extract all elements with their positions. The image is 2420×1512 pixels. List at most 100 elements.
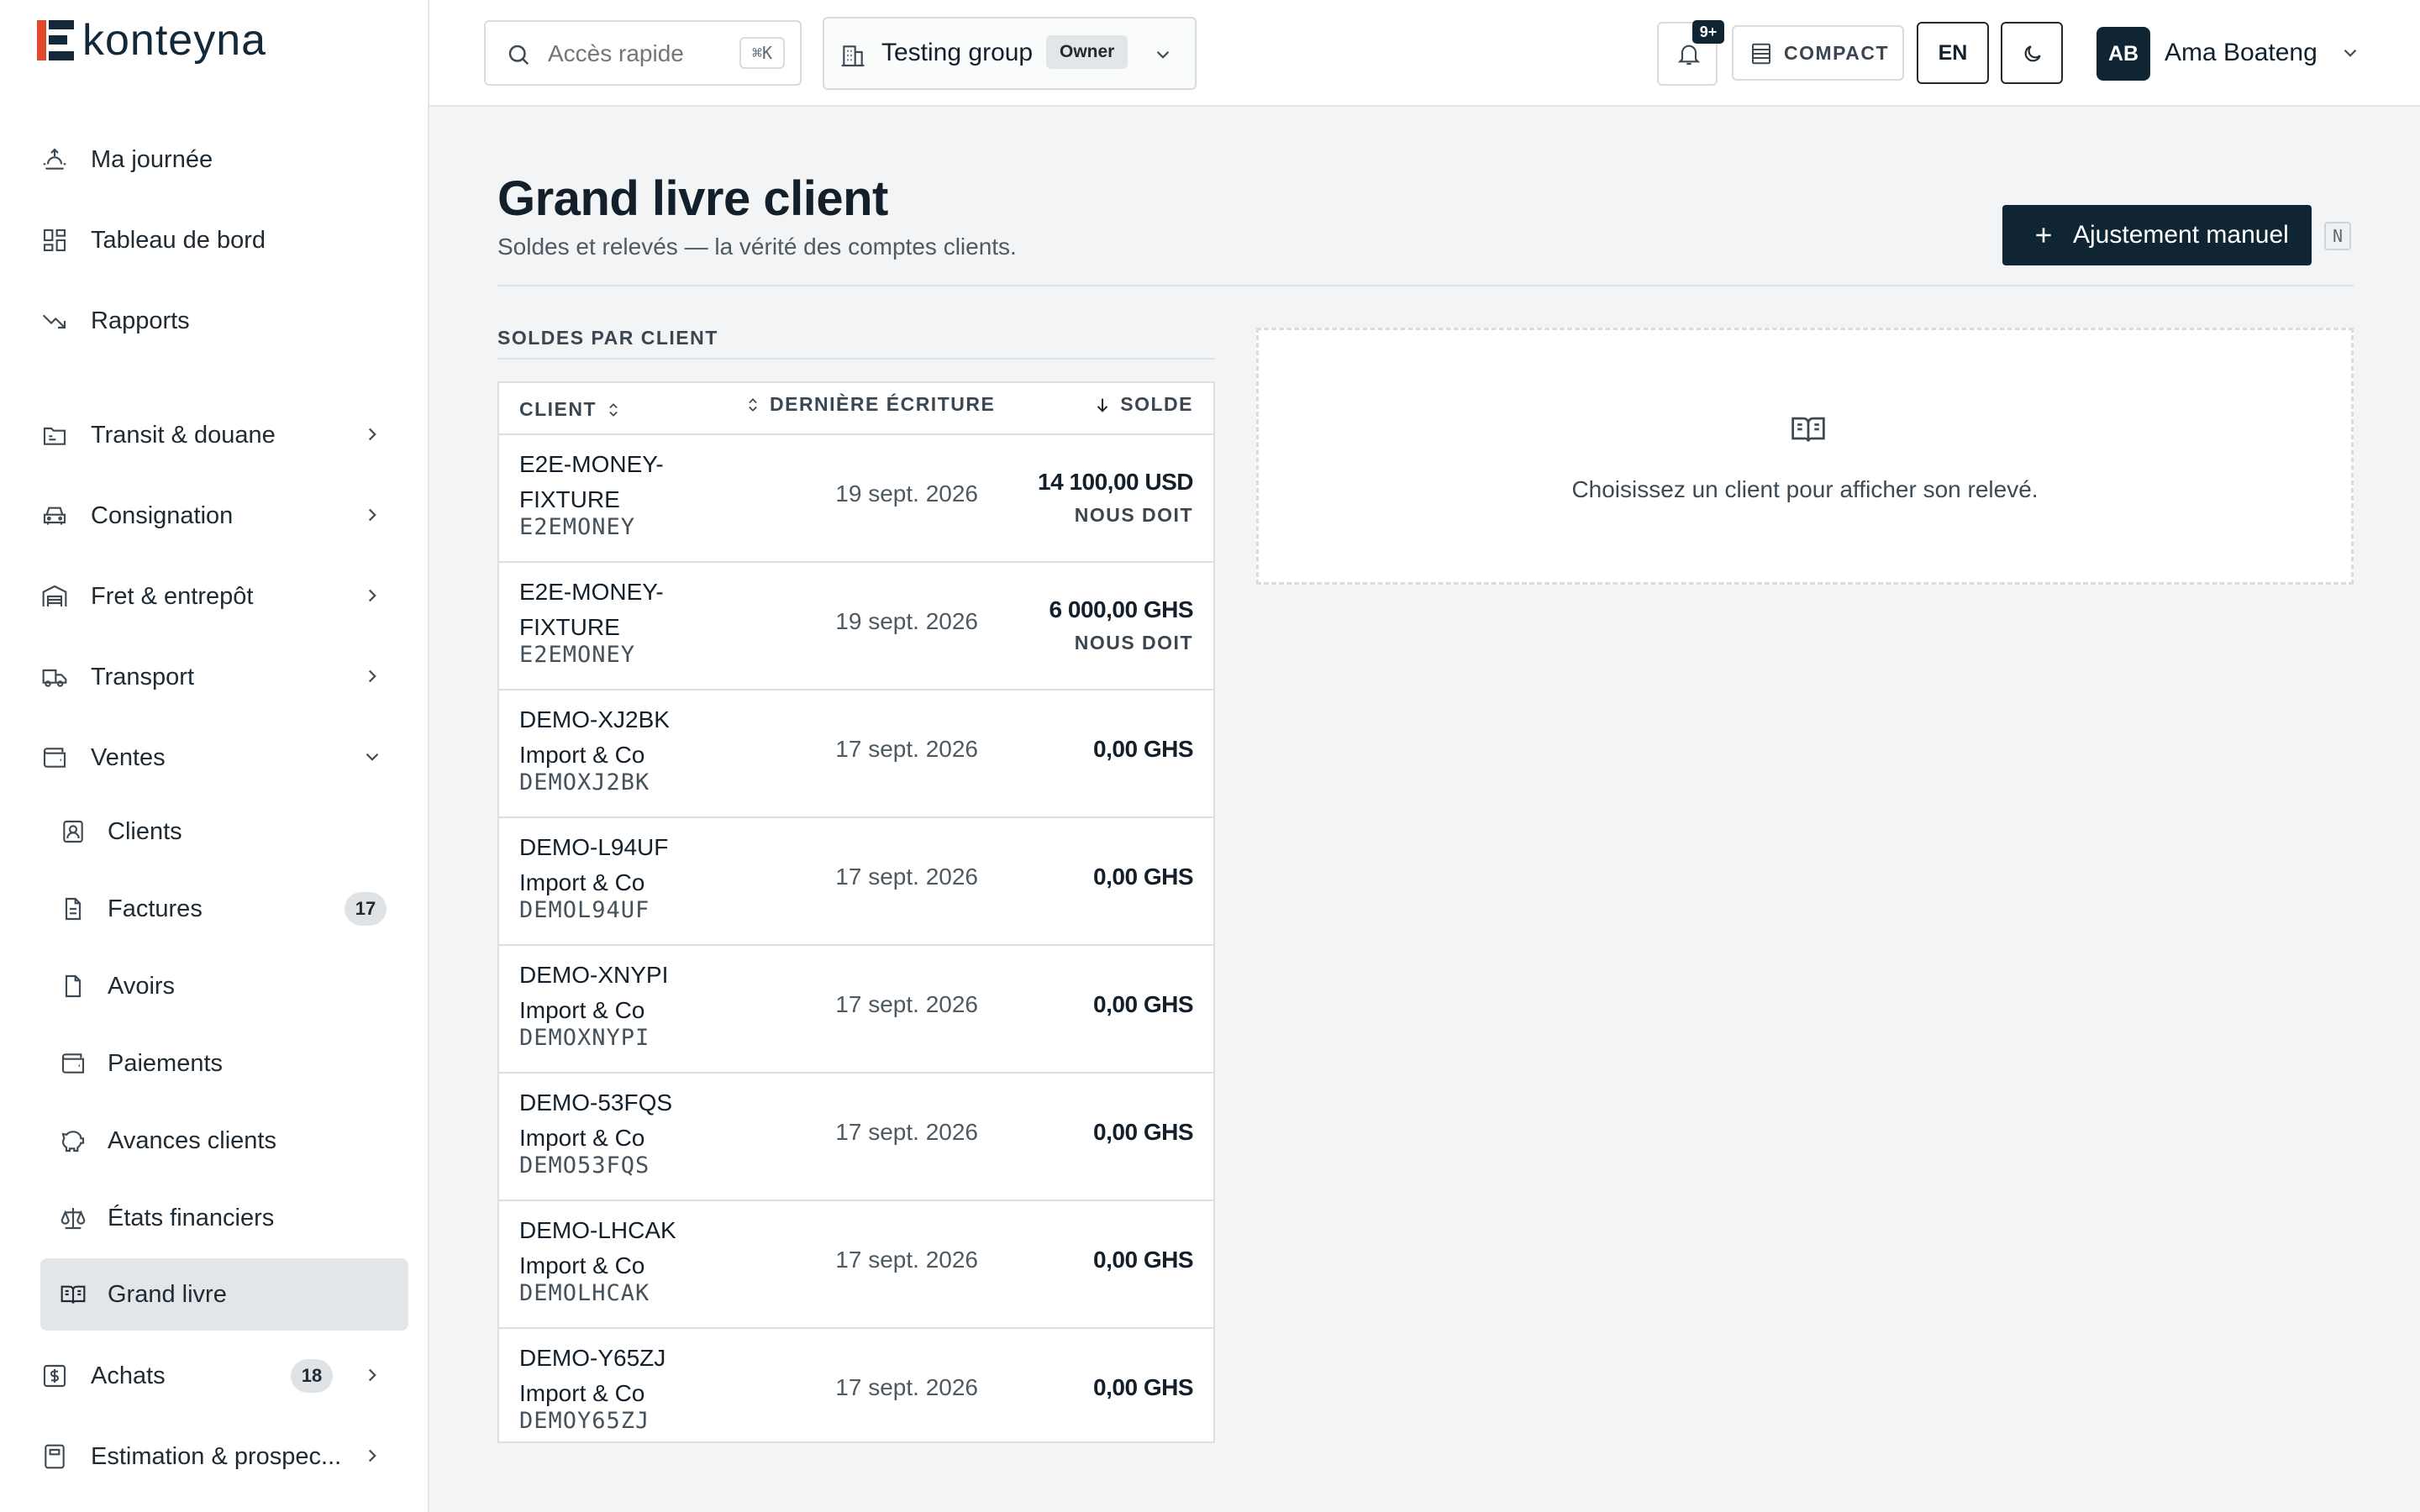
- statement-panel: Choisissez un client pour afficher son r…: [1256, 328, 2354, 585]
- arrow-down-icon: [1097, 398, 1108, 412]
- client-code: DEMOXJ2BK: [519, 769, 650, 795]
- manual-adjustment-button[interactable]: Ajustement manuel: [2002, 205, 2312, 265]
- sidebar-item-clients[interactable]: Clients: [40, 795, 408, 868]
- sidebar-item-label: États financiers: [108, 1204, 275, 1231]
- rows-icon: [1752, 43, 1770, 65]
- wallet-icon: [40, 743, 69, 772]
- sidebar-item-label: Avoirs: [108, 972, 176, 1000]
- achats-count-badge: 18: [291, 1359, 333, 1393]
- client-name: DEMO-LHCAK Import & Co: [519, 1217, 676, 1278]
- client-code: DEMOLHCAK: [519, 1280, 650, 1306]
- empty-state-message: Choisissez un client pour afficher son r…: [1571, 476, 2039, 502]
- notifications-button[interactable]: 9+: [1657, 20, 1724, 86]
- column-client[interactable]: CLIENT: [519, 398, 622, 421]
- table-row[interactable]: DEMO-XJ2BK Import & Co DEMOXJ2BK 17 sept…: [499, 690, 1213, 818]
- sidebar-item-paiements[interactable]: Paiements: [40, 1027, 408, 1100]
- client-name: DEMO-Y65ZJ Import & Co: [519, 1345, 666, 1406]
- sidebar-item-label: Ventes: [91, 743, 166, 771]
- chevron-right-icon: [368, 508, 376, 522]
- contact-icon: [59, 817, 87, 846]
- chevron-right-icon: [368, 1449, 376, 1462]
- document-icon: [59, 972, 87, 1000]
- trend-down-icon: [40, 307, 69, 335]
- last-entry-date: 19 sept. 2026: [835, 608, 978, 634]
- sidebar-item-label: Grand livre: [108, 1280, 227, 1308]
- sidebar-item-label: Estimation & prospec...: [91, 1442, 342, 1470]
- sidebar-item-transport[interactable]: Transport: [40, 645, 407, 709]
- balance-amount: 6 000,00 GHS: [1049, 596, 1194, 622]
- sidebar-item-label: Transit & douane: [91, 421, 276, 449]
- sidebar-item-etats-financiers[interactable]: États financiers: [40, 1182, 408, 1254]
- chevron-right-icon: [368, 589, 376, 602]
- header-divider: [497, 285, 2354, 286]
- piggy-bank-icon: [59, 1126, 87, 1155]
- user-name[interactable]: Ama Boateng: [2165, 39, 2317, 67]
- sidebar-item-transit-douane[interactable]: Transit & douane: [40, 403, 407, 467]
- chevron-down-icon[interactable]: [2339, 42, 2361, 64]
- dollar-icon: [40, 1362, 69, 1390]
- chevron-right-icon: [368, 1368, 376, 1382]
- sidebar-item-ventes[interactable]: Ventes: [40, 726, 407, 790]
- sidebar-item-rapports[interactable]: Rapports: [40, 289, 407, 353]
- sidebar-item-estimation-prospection[interactable]: Estimation & prospec...: [40, 1425, 407, 1488]
- table-row[interactable]: E2E-MONEY-FIXTURE E2EMONEY 19 sept. 2026…: [499, 435, 1213, 563]
- search-shortcut: ⌘K: [739, 37, 785, 69]
- book-icon: [59, 1280, 87, 1309]
- app-logo[interactable]: konteyna: [37, 16, 266, 65]
- sidebar-item-achats[interactable]: Achats 18: [40, 1344, 407, 1408]
- sunrise-icon: [40, 145, 69, 174]
- sidebar-item-label: Transport: [91, 663, 195, 690]
- sidebar-item-grand-livre[interactable]: Grand livre: [40, 1258, 408, 1331]
- sidebar-item-avoirs[interactable]: Avoirs: [40, 950, 408, 1022]
- manual-adjustment-shortcut: N: [2324, 222, 2351, 250]
- truck-icon: [40, 501, 69, 530]
- balance-status: NOUS DOIT: [1074, 504, 1193, 526]
- sidebar-item-tableau-de-bord[interactable]: Tableau de bord: [40, 208, 407, 272]
- language-button[interactable]: EN: [1917, 22, 1989, 84]
- sidebar-item-label: Achats: [91, 1362, 166, 1389]
- balance-amount: 0,00 GHS: [1093, 1119, 1193, 1145]
- sidebar-item-avances-clients[interactable]: Avances clients: [40, 1105, 408, 1177]
- chevron-right-icon: [368, 428, 376, 441]
- quick-search[interactable]: ⌘K: [484, 20, 802, 86]
- moon-icon: [2024, 45, 2041, 62]
- sidebar-item-ma-journee[interactable]: Ma journée: [40, 128, 407, 192]
- last-entry-date: 17 sept. 2026: [835, 1374, 978, 1400]
- table-row[interactable]: DEMO-Y65ZJ Import & Co DEMOY65ZJ 17 sept…: [499, 1329, 1213, 1457]
- table-row[interactable]: DEMO-LHCAK Import & Co DEMOLHCAK 17 sept…: [499, 1201, 1213, 1329]
- last-entry-date: 17 sept. 2026: [835, 1247, 978, 1273]
- building-icon: [841, 45, 865, 67]
- sidebar-item-consignation[interactable]: Consignation: [40, 484, 407, 548]
- column-balance[interactable]: SOLDE: [1093, 393, 1193, 416]
- last-entry-date: 17 sept. 2026: [835, 991, 978, 1017]
- table-row[interactable]: DEMO-L94UF Import & Co DEMOL94UF 17 sept…: [499, 818, 1213, 946]
- client-name: DEMO-XJ2BK Import & Co: [519, 706, 670, 768]
- notification-count-badge: 9+: [1692, 20, 1724, 44]
- transport-icon: [40, 663, 69, 691]
- warehouse-icon: [40, 582, 69, 611]
- last-entry-date: 17 sept. 2026: [835, 864, 978, 890]
- org-role-badge: Owner: [1046, 35, 1128, 69]
- page-title: Grand livre client: [497, 171, 888, 226]
- table-row[interactable]: DEMO-53FQS Import & Co DEMO53FQS 17 sept…: [499, 1074, 1213, 1201]
- sidebar-item-label: Avances clients: [108, 1126, 276, 1154]
- org-switcher[interactable]: Testing group Owner: [823, 17, 1197, 90]
- quick-search-input[interactable]: [548, 40, 733, 67]
- org-name: Testing group: [881, 39, 1034, 66]
- theme-toggle[interactable]: [2001, 22, 2063, 84]
- table-row[interactable]: E2E-MONEY-FIXTURE E2EMONEY 19 sept. 2026…: [499, 563, 1213, 690]
- column-last-entry[interactable]: DERNIÈRE ÉCRITURE: [744, 393, 995, 416]
- balance-amount: 0,00 GHS: [1093, 1247, 1193, 1273]
- last-entry-date: 17 sept. 2026: [835, 1119, 978, 1145]
- factures-count-badge: 17: [345, 892, 387, 926]
- open-book-icon: [1791, 417, 1825, 442]
- sidebar-item-label: Ma journée: [91, 145, 213, 173]
- avatar[interactable]: AB: [2096, 27, 2150, 81]
- balance-amount: 0,00 GHS: [1093, 1374, 1193, 1400]
- table-row[interactable]: DEMO-XNYPI Import & Co DEMOXNYPI 17 sept…: [499, 946, 1213, 1074]
- client-name: E2E-MONEY-FIXTURE: [519, 451, 664, 512]
- sidebar-item-fret-entrepot[interactable]: Fret & entrepôt: [40, 564, 407, 628]
- compact-toggle[interactable]: COMPACT: [1732, 25, 1904, 81]
- sidebar-item-factures[interactable]: Factures 17: [40, 873, 408, 945]
- client-code: E2EMONEY: [519, 642, 636, 668]
